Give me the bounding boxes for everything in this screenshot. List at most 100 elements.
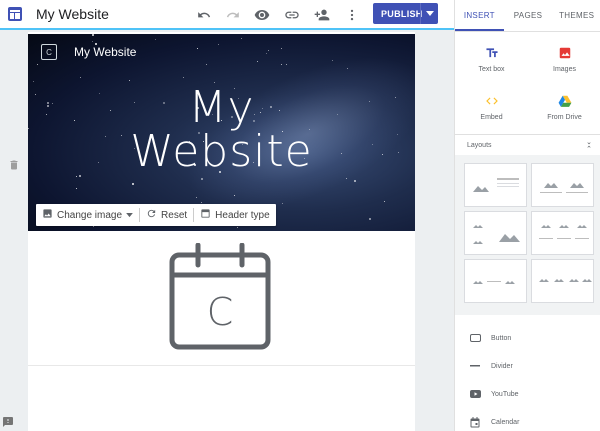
layout-option[interactable] [464, 163, 527, 207]
insert-from-drive[interactable]: From Drive [528, 94, 600, 121]
insert-images[interactable]: Images [528, 46, 600, 73]
star [257, 61, 258, 62]
star [241, 38, 242, 39]
hero-title-line2: Website [130, 126, 313, 177]
change-image-label: Change image [57, 209, 123, 221]
feedback-icon[interactable] [2, 415, 14, 431]
star [201, 178, 203, 180]
layouts-list [455, 155, 600, 315]
insert-panel: INSERT PAGES THEMES Text box Images Embe… [454, 0, 600, 431]
star [76, 176, 77, 177]
star [237, 227, 238, 228]
site-logo[interactable]: C [41, 44, 57, 60]
star [347, 68, 348, 69]
insert-divider [455, 134, 600, 135]
insert-button-component[interactable]: Button [455, 324, 600, 352]
layouts-heading[interactable]: Layouts [467, 142, 492, 149]
star [369, 218, 371, 220]
star [79, 175, 81, 177]
tab-insert[interactable]: INSERT [455, 0, 504, 30]
calendar-letter: C [207, 290, 234, 334]
redo-icon[interactable] [224, 6, 242, 24]
star [155, 39, 156, 40]
undo-icon[interactable] [195, 6, 213, 24]
reset-label: Reset [161, 209, 188, 221]
embed-icon [485, 94, 499, 108]
publish-dropdown-icon[interactable] [420, 3, 438, 24]
header-type-icon [200, 208, 211, 222]
star [33, 81, 34, 82]
star [93, 226, 94, 227]
star [266, 53, 267, 54]
calendar-section[interactable]: C [28, 231, 415, 366]
insert-text-box-label: Text box [478, 66, 505, 73]
top-bar: My Website PUBLISH [0, 0, 454, 30]
star [80, 77, 81, 78]
change-image-button[interactable]: Change image [36, 204, 139, 226]
sites-app-icon[interactable] [7, 6, 23, 22]
star [129, 80, 130, 81]
image-icon [42, 208, 53, 222]
collapse-icon[interactable] [585, 141, 593, 151]
text-box-icon [485, 46, 499, 60]
insert-embed-label: Embed [480, 114, 503, 121]
hero-title[interactable]: My Website [28, 86, 415, 174]
insert-images-label: Images [553, 66, 576, 73]
star [132, 183, 134, 185]
star [218, 44, 219, 45]
share-icon[interactable] [313, 6, 331, 24]
button-component-label: Button [491, 334, 512, 342]
insert-grid: Text box Images Embed From Drive [455, 40, 600, 135]
insert-text-box[interactable]: Text box [455, 46, 528, 73]
insert-youtube-component[interactable]: YouTube [455, 380, 600, 408]
tab-pages[interactable]: PAGES [504, 0, 553, 30]
calendar-placeholder-icon: C [169, 243, 271, 350]
drive-icon [558, 94, 572, 108]
layout-option[interactable] [531, 259, 594, 303]
insert-embed[interactable]: Embed [455, 94, 528, 121]
more-icon[interactable] [343, 6, 361, 24]
star [201, 202, 202, 203]
star [92, 34, 94, 36]
star [37, 64, 38, 65]
reset-button[interactable]: Reset [140, 204, 193, 226]
reset-icon [146, 208, 157, 222]
page-canvas: C My Website My Website Change image Res… [28, 32, 415, 431]
site-title[interactable]: My Website [36, 6, 109, 22]
star [282, 203, 283, 204]
star [354, 180, 356, 182]
tab-themes[interactable]: THEMES [552, 0, 600, 30]
chevron-down-icon [126, 210, 133, 221]
left-gutter [0, 32, 28, 431]
logo-letter: C [46, 47, 52, 57]
header-site-name[interactable]: My Website [74, 45, 136, 59]
header-type-button[interactable]: Header type [194, 204, 275, 226]
layout-option[interactable] [464, 259, 527, 303]
star [206, 64, 207, 65]
insert-from-drive-label: From Drive [547, 114, 582, 121]
star [332, 60, 333, 61]
star [281, 64, 282, 65]
star [268, 50, 269, 51]
preview-icon[interactable] [253, 6, 271, 24]
hero-title-line1: My [188, 82, 255, 133]
star [76, 188, 77, 189]
insert-divider-component[interactable]: Divider [455, 352, 600, 380]
tabs-divider [455, 31, 600, 32]
header-image[interactable]: C My Website My Website Change image Res… [28, 34, 415, 231]
images-icon [558, 46, 572, 60]
star [281, 48, 282, 49]
divider-component-label: Divider [491, 362, 513, 370]
star [197, 48, 198, 49]
star [346, 178, 347, 179]
layout-option[interactable] [464, 211, 527, 255]
trash-icon[interactable] [8, 158, 20, 176]
calendar-component-label: Calendar [491, 418, 520, 426]
insert-calendar-component[interactable]: Calendar [455, 408, 600, 431]
header-type-label: Header type [215, 209, 270, 221]
layout-option[interactable] [531, 211, 594, 255]
layout-option[interactable] [531, 163, 594, 207]
header-toolbar: Change image Reset Header type [36, 204, 276, 226]
link-icon[interactable] [283, 6, 301, 24]
panel-tabs: INSERT PAGES THEMES [455, 0, 600, 30]
